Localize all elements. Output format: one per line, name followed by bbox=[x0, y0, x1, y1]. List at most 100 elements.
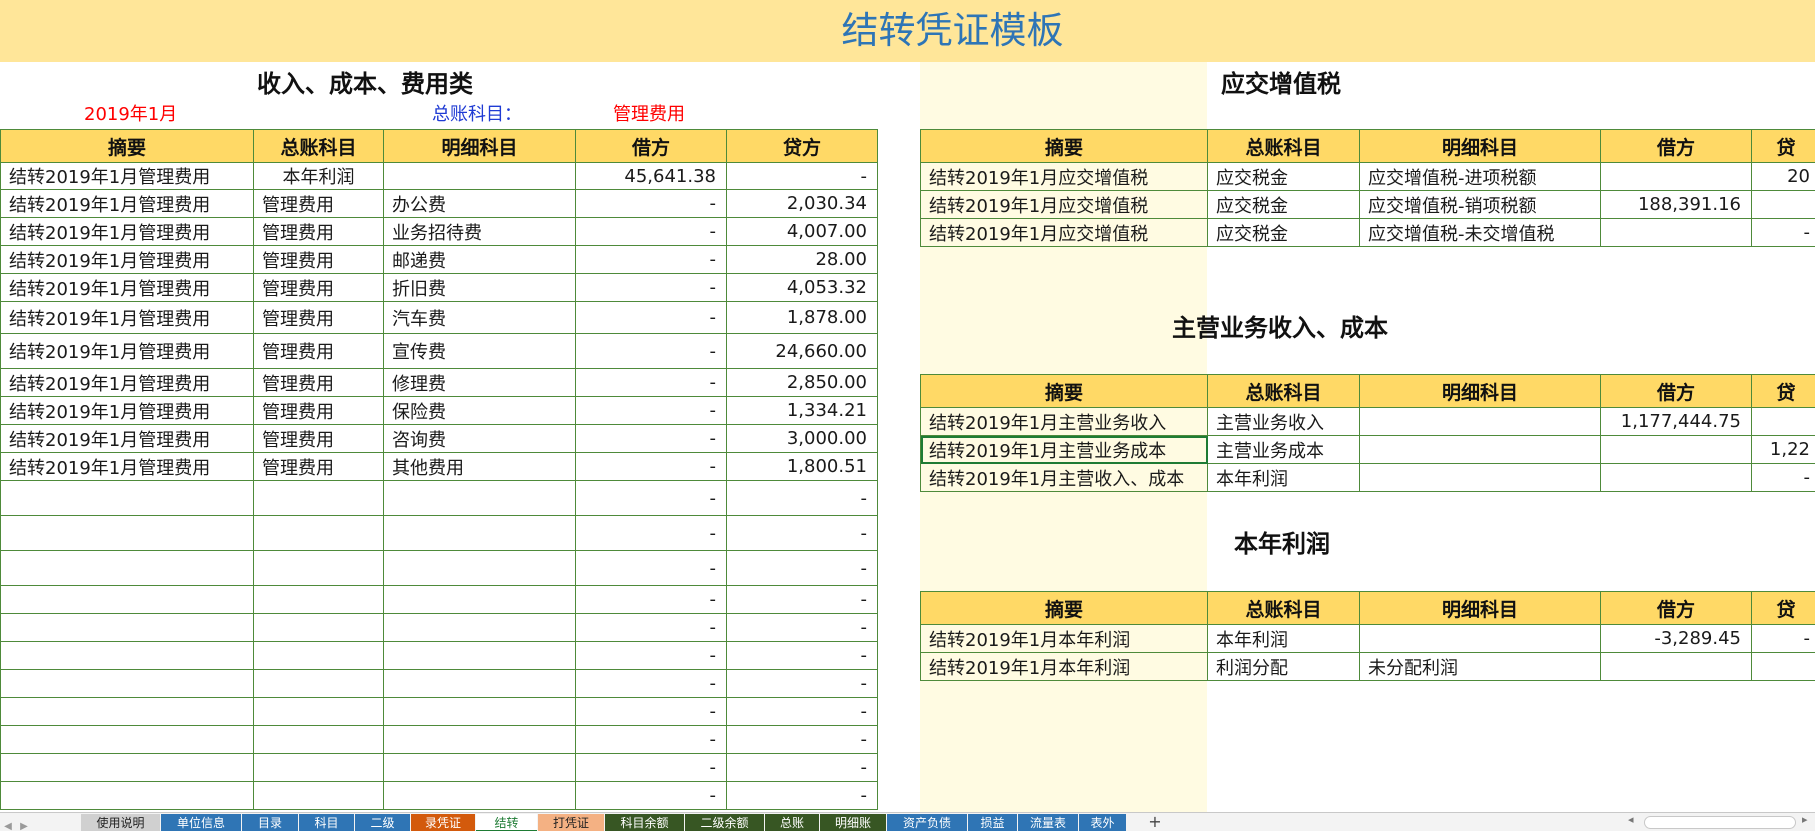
cell-debit[interactable]: - bbox=[575, 641, 727, 670]
cell-detail[interactable]: 保险费 bbox=[383, 396, 576, 425]
cell-credit[interactable] bbox=[1751, 190, 1815, 219]
cell-summary[interactable] bbox=[0, 697, 254, 726]
cell-credit[interactable]: - bbox=[726, 641, 878, 670]
sheet-tab[interactable]: 目录 bbox=[242, 814, 298, 831]
cell-summary[interactable] bbox=[0, 781, 254, 810]
cell-credit[interactable]: - bbox=[726, 613, 878, 642]
cell-credit[interactable]: 1,878.00 bbox=[726, 301, 878, 334]
cell-detail[interactable]: 未分配利润 bbox=[1359, 652, 1601, 681]
cell-account[interactable]: 管理费用 bbox=[253, 245, 384, 274]
cell-summary[interactable]: 结转2019年1月管理费用 bbox=[0, 396, 254, 425]
cell-debit[interactable]: - bbox=[575, 333, 727, 369]
sheet-tab[interactable]: 总账 bbox=[765, 814, 819, 831]
cell-debit[interactable]: 1,177,444.75 bbox=[1600, 407, 1752, 436]
cell-credit[interactable]: - bbox=[726, 162, 878, 190]
cell-summary[interactable]: 结转2019年1月管理费用 bbox=[0, 217, 254, 246]
cell-debit[interactable]: - bbox=[575, 217, 727, 246]
cell-account[interactable] bbox=[253, 585, 384, 614]
cell-account[interactable]: 本年利润 bbox=[253, 162, 384, 190]
cell-account[interactable]: 管理费用 bbox=[253, 333, 384, 369]
sheet-tab[interactable]: 明细账 bbox=[820, 814, 886, 831]
cell-account[interactable]: 主营业务收入 bbox=[1207, 407, 1360, 436]
cell-debit[interactable]: - bbox=[575, 781, 727, 810]
cell-detail[interactable] bbox=[383, 725, 576, 754]
cell-debit[interactable] bbox=[1600, 162, 1752, 191]
cell-account[interactable] bbox=[253, 515, 384, 551]
cell-account[interactable]: 管理费用 bbox=[253, 424, 384, 453]
sheet-tab[interactable]: 二级余额 bbox=[685, 814, 764, 831]
cell-detail[interactable]: 宣传费 bbox=[383, 333, 576, 369]
sheet-tab[interactable]: 损益 bbox=[968, 814, 1017, 831]
sheet-tab[interactable]: 单位信息 bbox=[161, 814, 241, 831]
cell-summary[interactable]: 结转2019年1月管理费用 bbox=[0, 452, 254, 481]
spreadsheet[interactable]: 结转凭证模板 收入、成本、费用类 2019年1月 总账科目： 管理费用 摘要 总账… bbox=[0, 0, 1815, 831]
sheet-tab[interactable]: 流量表 bbox=[1018, 814, 1078, 831]
account-select[interactable]: 管理费用 bbox=[613, 100, 685, 126]
cell-credit[interactable]: 4,007.00 bbox=[726, 217, 878, 246]
cell-credit[interactable]: 3,000.00 bbox=[726, 424, 878, 453]
cell-detail[interactable]: 咨询费 bbox=[383, 424, 576, 453]
cell-summary[interactable]: 结转2019年1月应交增值税 bbox=[920, 218, 1208, 247]
next-sheet-icon[interactable]: ▶ bbox=[16, 818, 32, 831]
cell-detail[interactable] bbox=[1359, 435, 1601, 464]
cell-detail[interactable] bbox=[383, 515, 576, 551]
cell-credit[interactable]: - bbox=[726, 480, 878, 516]
cell-summary[interactable] bbox=[0, 585, 254, 614]
cell-account[interactable] bbox=[253, 781, 384, 810]
cell-account[interactable]: 本年利润 bbox=[1207, 463, 1360, 492]
sheet-tab[interactable]: 二级 bbox=[355, 814, 410, 831]
cell-detail[interactable] bbox=[383, 550, 576, 586]
sheet-tab[interactable]: 资产负债 bbox=[887, 814, 967, 831]
cell-credit[interactable]: - bbox=[726, 697, 878, 726]
cell-debit[interactable]: - bbox=[575, 669, 727, 698]
cell-debit[interactable]: - bbox=[575, 245, 727, 274]
cell-detail[interactable] bbox=[1359, 463, 1601, 492]
cell-credit[interactable]: - bbox=[1751, 463, 1815, 492]
cell-debit[interactable]: - bbox=[575, 273, 727, 302]
cell-summary[interactable]: 结转2019年1月应交增值税 bbox=[920, 190, 1208, 219]
cell-account[interactable]: 管理费用 bbox=[253, 301, 384, 334]
scrollbar-thumb[interactable] bbox=[1644, 816, 1796, 829]
cell-detail[interactable]: 修理费 bbox=[383, 368, 576, 397]
cell-debit[interactable] bbox=[1600, 463, 1752, 492]
prev-sheet-icon[interactable]: ◀ bbox=[0, 818, 16, 831]
cell-credit[interactable]: 4,053.32 bbox=[726, 273, 878, 302]
cell-debit[interactable]: 45,641.38 bbox=[575, 162, 727, 190]
cell-summary[interactable] bbox=[0, 480, 254, 516]
cell-summary[interactable] bbox=[0, 753, 254, 782]
sheet-tab[interactable]: 录凭证 bbox=[411, 814, 475, 831]
cell-detail[interactable]: 其他费用 bbox=[383, 452, 576, 481]
cell-detail[interactable]: 折旧费 bbox=[383, 273, 576, 302]
cell-summary[interactable] bbox=[0, 669, 254, 698]
cell-summary[interactable]: 结转2019年1月主营业务收入 bbox=[920, 407, 1208, 436]
cell-credit[interactable]: - bbox=[726, 585, 878, 614]
cell-account[interactable] bbox=[253, 753, 384, 782]
cell-credit[interactable]: - bbox=[726, 781, 878, 810]
sheet-tab[interactable]: 使用说明 bbox=[81, 814, 160, 831]
cell-account[interactable] bbox=[253, 725, 384, 754]
cell-credit[interactable]: 20 bbox=[1751, 162, 1815, 191]
cell-credit[interactable]: - bbox=[1751, 624, 1815, 653]
cell-summary[interactable]: 结转2019年1月主营收入、成本 bbox=[920, 463, 1208, 492]
scroll-right-icon[interactable]: ▸ bbox=[1802, 813, 1808, 826]
cell-detail[interactable] bbox=[383, 480, 576, 516]
cell-debit[interactable]: - bbox=[575, 753, 727, 782]
cell-summary[interactable] bbox=[0, 613, 254, 642]
cell-summary[interactable]: 结转2019年1月本年利润 bbox=[920, 652, 1208, 681]
cell-detail[interactable]: 邮递费 bbox=[383, 245, 576, 274]
cell-detail[interactable] bbox=[383, 162, 576, 190]
cell-summary[interactable]: 结转2019年1月应交增值税 bbox=[920, 162, 1208, 191]
sheet-tab[interactable]: 表外 bbox=[1079, 814, 1126, 831]
cell-detail[interactable] bbox=[383, 781, 576, 810]
cell-credit[interactable]: 28.00 bbox=[726, 245, 878, 274]
cell-debit[interactable]: 188,391.16 bbox=[1600, 190, 1752, 219]
cell-credit[interactable]: 24,660.00 bbox=[726, 333, 878, 369]
cell-debit[interactable]: - bbox=[575, 396, 727, 425]
cell-account[interactable] bbox=[253, 641, 384, 670]
sheet-tab[interactable]: 科目余额 bbox=[605, 814, 684, 831]
cell-detail[interactable] bbox=[383, 669, 576, 698]
cell-detail[interactable] bbox=[383, 641, 576, 670]
cell-credit[interactable] bbox=[1751, 652, 1815, 681]
cell-detail[interactable]: 汽车费 bbox=[383, 301, 576, 334]
cell-detail[interactable] bbox=[1359, 407, 1601, 436]
